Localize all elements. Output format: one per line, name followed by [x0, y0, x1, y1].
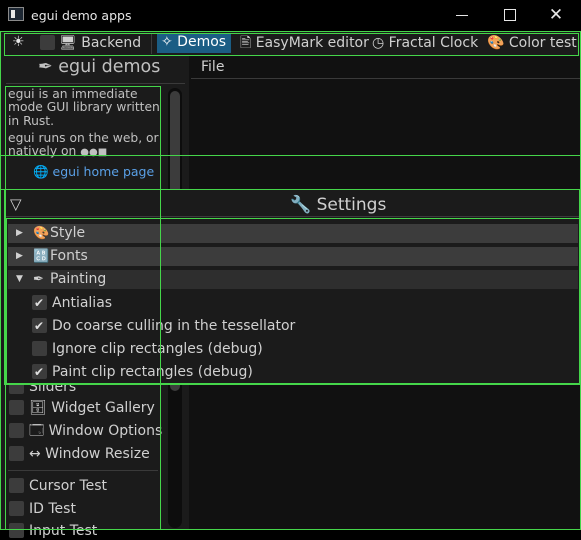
section-fonts-header[interactable]: ▶ 🔠 Fonts	[8, 247, 578, 266]
expand-arrow-icon: ▶	[16, 251, 23, 261]
settings-title: 🔧 Settings	[290, 195, 387, 215]
backend-toggle[interactable]: 🖥 Backend	[59, 34, 141, 53]
section-style-header[interactable]: ▶ 🎨 Style	[8, 224, 578, 243]
collapse-icon[interactable]: ▽	[10, 195, 22, 213]
side-panel-separator	[8, 470, 158, 471]
test-label: Input Test	[29, 523, 98, 539]
section-label: Style	[50, 225, 86, 241]
about-line: natively on	[8, 144, 81, 159]
platform-icons: ●●■	[80, 147, 108, 159]
close-button[interactable]: ✕	[536, 4, 576, 26]
expand-arrow-icon: ▶	[16, 228, 23, 238]
minimize-icon	[456, 15, 468, 16]
checkbox[interactable]	[9, 478, 24, 493]
homepage-link[interactable]: 🌐 egui home page	[33, 164, 154, 180]
option-label: Do coarse culling in the tessellator	[52, 318, 296, 334]
pen-icon: ✒	[33, 272, 44, 287]
option-label: Paint clip rectangles (debug)	[52, 364, 253, 380]
demo-label: 🗄 Widget Gallery	[29, 400, 155, 416]
about-text: egui is an immediate mode GUI library wr…	[8, 87, 160, 159]
tab-easymark-editor[interactable]: 🖹 EasyMark editor	[240, 34, 369, 53]
window-title: egui demo apps	[31, 8, 132, 23]
test-label: Cursor Test	[29, 478, 108, 494]
about-line: in Rust.	[8, 113, 55, 128]
palette-icon: 🎨	[33, 226, 50, 241]
option-label: Antialias	[52, 295, 113, 311]
test-label: ID Test	[29, 501, 76, 517]
option-label: Ignore clip rectangles (debug)	[52, 341, 263, 357]
about-line: egui runs on the web, or	[8, 130, 159, 145]
checkbox[interactable]	[32, 341, 47, 356]
side-panel-heading: ✒ egui demos	[38, 57, 161, 77]
demo-label: 🗔 Window Options	[29, 423, 163, 439]
tab-color-test[interactable]: 🎨 Color test	[487, 34, 577, 53]
maximize-button[interactable]	[490, 4, 530, 26]
backend-checkbox[interactable]	[40, 35, 55, 50]
top-bar-separator	[151, 34, 152, 54]
settings-title-separator	[5, 216, 579, 217]
collapse-arrow-icon: ▼	[16, 274, 23, 284]
about-line: egui is an immediate	[8, 87, 138, 101]
about-line-platforms: natively on ●●■	[8, 145, 160, 159]
check-icon: ✔	[34, 365, 45, 379]
side-panel-separator	[6, 83, 185, 84]
section-painting-header[interactable]: ▼ ✒ Painting	[8, 270, 578, 289]
check-icon: ✔	[34, 296, 45, 310]
minimize-button[interactable]	[443, 4, 483, 26]
checkbox[interactable]	[9, 446, 24, 461]
checkbox[interactable]	[9, 423, 24, 438]
app-icon	[8, 7, 24, 21]
checkbox[interactable]: ✔	[32, 295, 47, 310]
central-menu-separator	[191, 78, 581, 79]
checkbox[interactable]	[9, 400, 24, 415]
maximize-icon	[504, 9, 516, 21]
checkbox[interactable]: ✔	[32, 364, 47, 379]
fonts-icon: 🔠	[33, 249, 50, 264]
about-line: mode GUI library written	[8, 100, 160, 115]
menu-file[interactable]: File	[201, 59, 224, 75]
section-label: Painting	[50, 271, 107, 287]
tab-demos[interactable]: ✧ Demos	[157, 33, 232, 53]
check-icon: ✔	[34, 319, 45, 333]
checkbox[interactable]	[9, 501, 24, 516]
tab-fractal-clock[interactable]: ◷ Fractal Clock	[372, 34, 478, 53]
section-label: Fonts	[50, 248, 88, 264]
demo-label: ↔ Window Resize	[29, 446, 150, 462]
checkbox[interactable]	[9, 523, 24, 538]
theme-toggle-sun-icon[interactable]: ☀	[12, 34, 25, 50]
checkbox[interactable]: ✔	[32, 318, 47, 333]
